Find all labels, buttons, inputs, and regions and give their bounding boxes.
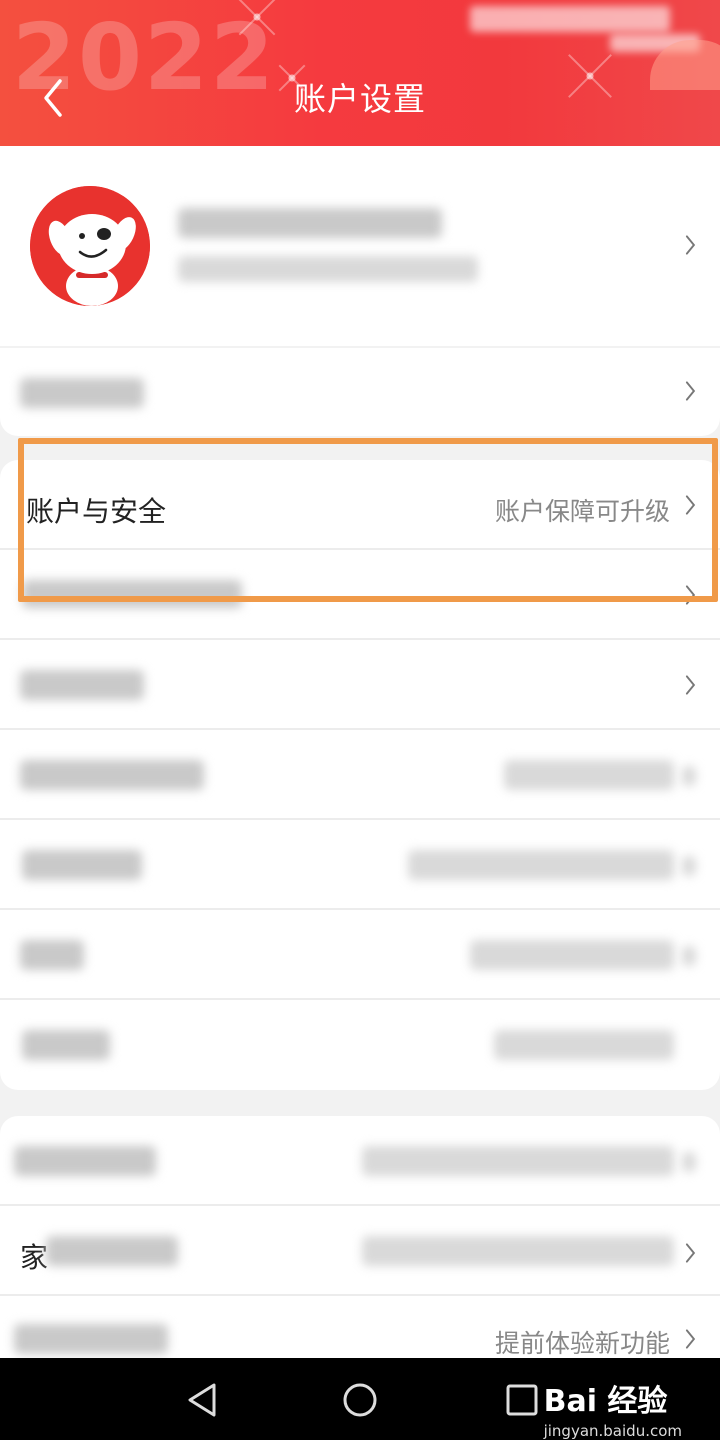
account-security-row[interactable]: 账户与安全 账户保障可升级 bbox=[0, 460, 720, 550]
family-row-label: 家 bbox=[20, 1241, 49, 1274]
account-security-value: 账户保障可升级 bbox=[494, 497, 670, 526]
settings-row[interactable] bbox=[0, 730, 720, 820]
family-row[interactable]: 家 bbox=[0, 1206, 720, 1296]
watermark-main: Bai 经验 bbox=[543, 1384, 668, 1419]
settings-row[interactable] bbox=[0, 1116, 720, 1206]
beta-features-value: 提前体验新功能 bbox=[494, 1329, 670, 1358]
blurred-label bbox=[22, 580, 242, 608]
blurred-label bbox=[20, 670, 144, 700]
settings-row[interactable] bbox=[0, 820, 720, 910]
blurred-value bbox=[504, 760, 674, 790]
baidu-watermark: Bai 经验 jingyan.baidu.com bbox=[544, 1376, 682, 1440]
blurred-value bbox=[470, 940, 674, 970]
joy-dog-avatar bbox=[30, 186, 150, 306]
triangle-back-icon[interactable] bbox=[184, 1380, 224, 1420]
blurred-value bbox=[494, 1030, 674, 1060]
blurred-chevron bbox=[682, 1152, 696, 1172]
avatar bbox=[30, 186, 150, 306]
chevron-right-icon bbox=[685, 1329, 696, 1349]
account-security-label: 账户与安全 bbox=[26, 495, 167, 528]
blurred-user-info bbox=[178, 256, 478, 282]
blurred-label bbox=[20, 378, 144, 408]
blurred-header-text bbox=[470, 6, 670, 32]
blurred-username bbox=[178, 208, 442, 238]
blurred-value bbox=[408, 850, 674, 880]
settings-card: 账户与安全 账户保障可升级 bbox=[0, 460, 720, 1090]
circle-home-icon[interactable] bbox=[340, 1380, 380, 1420]
blurred-label bbox=[22, 850, 142, 880]
blurred-chevron bbox=[682, 766, 696, 786]
address-card[interactable] bbox=[0, 348, 720, 436]
blurred-label bbox=[46, 1236, 178, 1266]
system-nav-bar: Bai 经验 jingyan.baidu.com bbox=[0, 1358, 720, 1440]
blurred-label bbox=[20, 760, 204, 790]
blurred-value bbox=[362, 1236, 674, 1266]
settings-row[interactable] bbox=[0, 640, 720, 730]
settings-row[interactable] bbox=[0, 910, 720, 1000]
watermark-url: jingyan.baidu.com bbox=[543, 1422, 682, 1440]
chevron-right-icon bbox=[685, 675, 696, 695]
settings-row[interactable] bbox=[0, 550, 720, 640]
chevron-right-icon bbox=[685, 585, 696, 605]
square-recents-icon[interactable] bbox=[502, 1380, 542, 1420]
blurred-chevron bbox=[682, 856, 696, 876]
chevron-right-icon bbox=[685, 1243, 696, 1263]
blurred-label bbox=[14, 1146, 156, 1176]
blurred-label bbox=[20, 940, 84, 970]
blurred-label bbox=[14, 1324, 168, 1354]
page-title: 账户设置 bbox=[293, 80, 426, 118]
blurred-label bbox=[22, 1030, 110, 1060]
blurred-value bbox=[362, 1146, 674, 1176]
extra-settings-card: 家 提前体验新功能 bbox=[0, 1116, 720, 1386]
chevron-right-icon bbox=[685, 381, 696, 401]
blurred-chevron bbox=[682, 946, 696, 966]
header: 2022 账户设置 bbox=[0, 0, 720, 146]
chevron-right-icon bbox=[685, 235, 696, 255]
chevron-right-icon bbox=[685, 495, 696, 515]
settings-row[interactable] bbox=[0, 1000, 720, 1090]
